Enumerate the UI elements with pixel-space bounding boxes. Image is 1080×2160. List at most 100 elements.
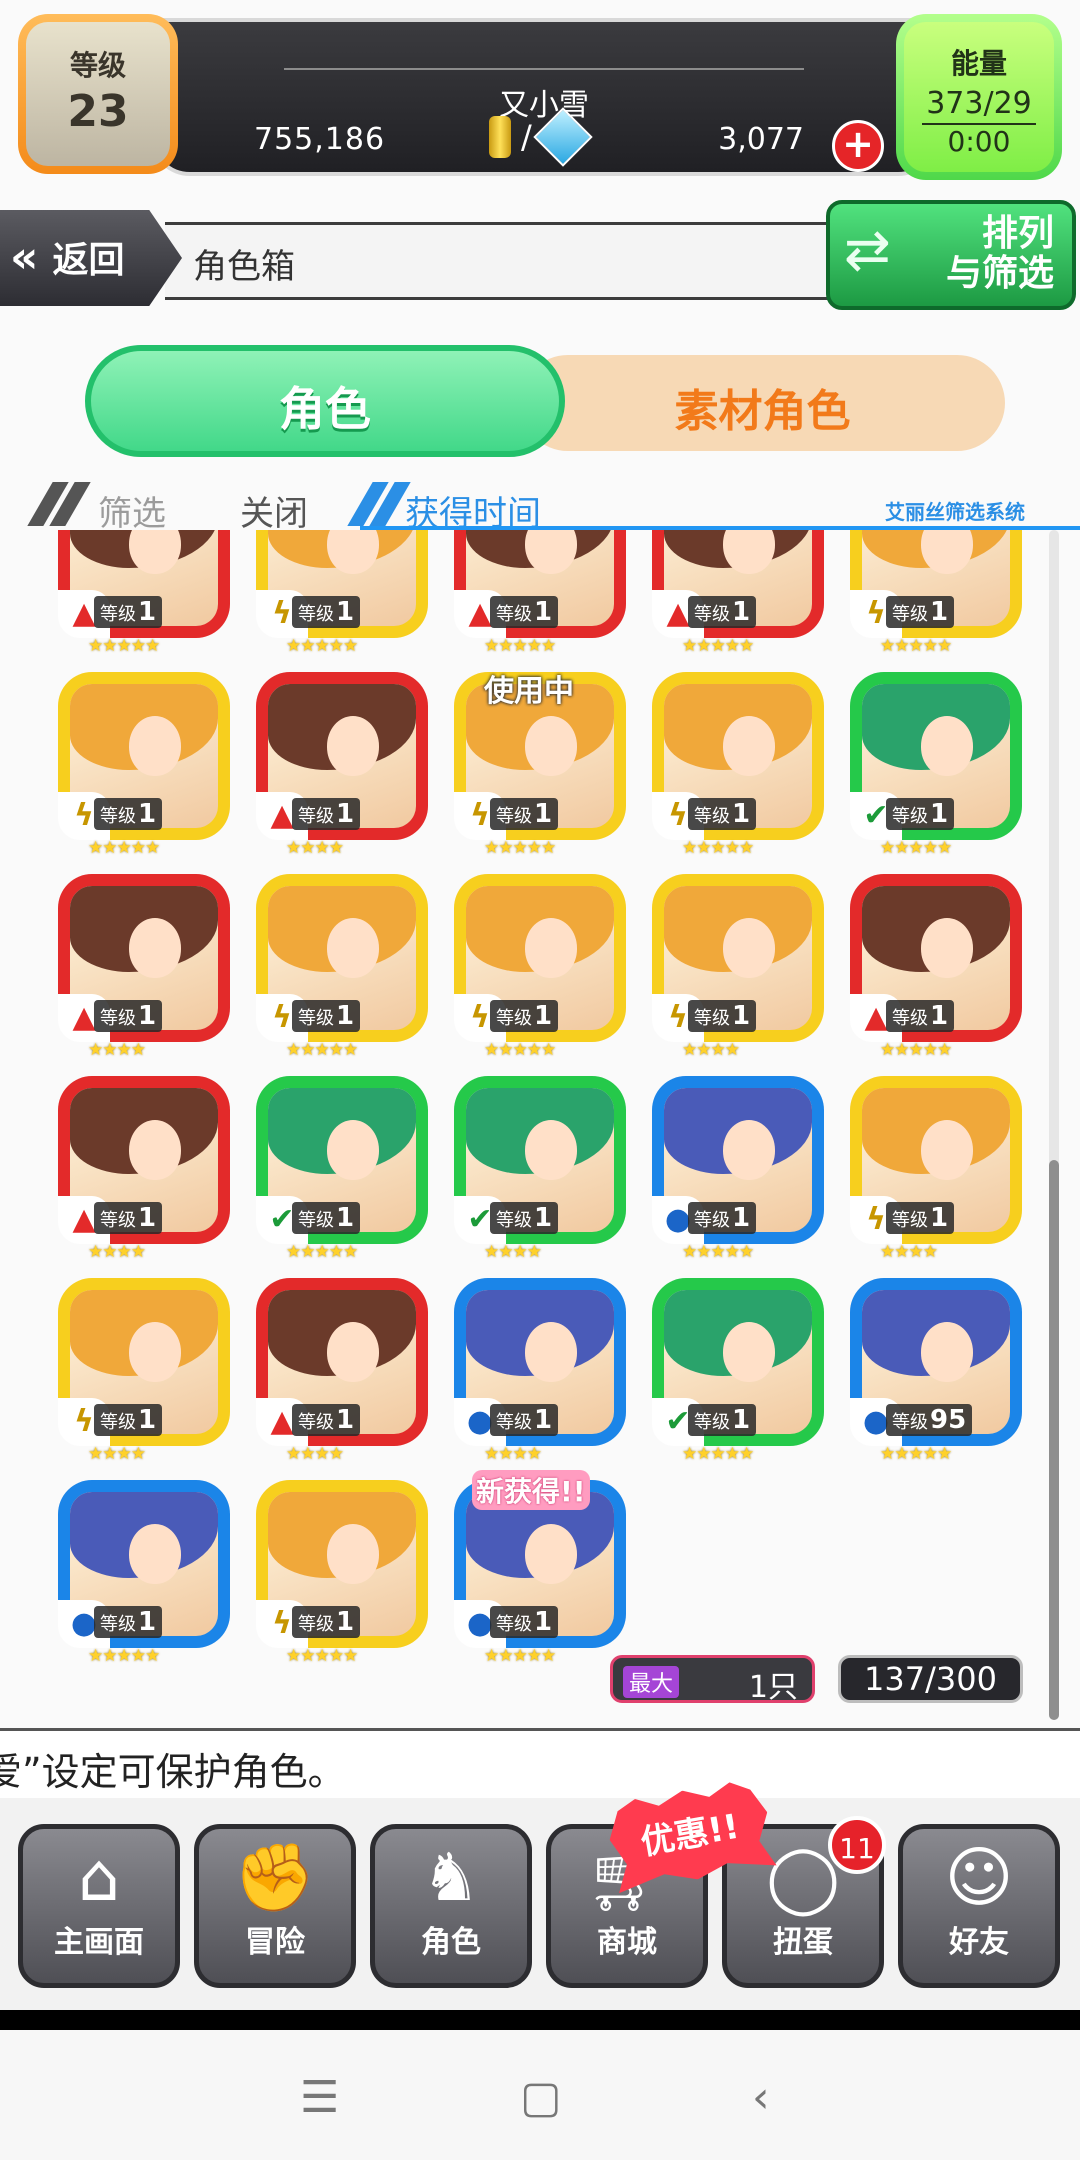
portrait-face: [327, 1119, 380, 1180]
character-card[interactable]: ϟ 等级1 ★★★★: [652, 874, 824, 1060]
level-badge: 等级 23: [18, 14, 178, 174]
nav-friends[interactable]: ☺ 好友: [898, 1824, 1060, 1988]
character-card[interactable]: ✔ 等级1 ★★★★: [454, 1076, 626, 1262]
portrait-face: [921, 917, 974, 978]
tab-material-characters[interactable]: 素材角色: [520, 355, 1005, 451]
rarity-stars: ★★★★: [286, 838, 344, 858]
max-counter: 最大 1只: [610, 1655, 815, 1705]
energy-timer: 0:00: [922, 123, 1036, 158]
nav-label: 冒险: [245, 1925, 305, 1960]
character-card[interactable]: ▲ 等级1 ★★★★★: [850, 874, 1022, 1060]
scrollbar[interactable]: [1049, 530, 1059, 1720]
rarity-stars: ★★★★: [88, 1040, 146, 1060]
rarity-stars: ★★★★: [88, 1444, 146, 1464]
portrait-face: [723, 715, 776, 776]
character-card[interactable]: ϟ 等级1 ★★★★: [58, 1278, 230, 1464]
app-screen: 又小雪 755,186 / 3,077 + 等级 23 能量 373/29 0:…: [0, 0, 1080, 2020]
energy-badge[interactable]: 能量 373/29 0:00: [896, 14, 1062, 180]
portrait-face: [129, 1119, 182, 1180]
character-card[interactable]: ϟ 等级1 ★★★★★ 使用中: [454, 672, 626, 858]
portrait-face: [525, 917, 578, 978]
portrait-face: [921, 530, 974, 574]
character-card[interactable]: ▲ 等级1 ★★★★: [256, 1278, 428, 1464]
level-tag: 等级1: [292, 596, 361, 628]
character-card[interactable]: ✔ 等级1 ★★★★★: [256, 1076, 428, 1262]
character-card[interactable]: ϟ 等级1 ★★★★: [850, 1076, 1022, 1262]
character-card[interactable]: ● 等级95 ★★★★★: [850, 1278, 1022, 1464]
character-card[interactable]: ϟ 等级1 ★★★★★: [850, 530, 1022, 656]
character-card[interactable]: ● 等级1 ★★★★★: [58, 1480, 230, 1666]
title-field: 角色箱: [165, 222, 855, 300]
double-chevron-left-icon: «: [10, 232, 39, 283]
currency-icons: /: [489, 107, 593, 167]
character-card[interactable]: ϟ 等级1 ★★★★★: [58, 672, 230, 858]
back-button[interactable]: « 返回: [0, 210, 182, 306]
character-card[interactable]: ▲ 等级1 ★★★★: [256, 672, 428, 858]
level-tag: 等级1: [490, 1404, 559, 1436]
sort-label-line1: 排列: [981, 213, 1054, 254]
level-tag: 等级1: [490, 596, 559, 628]
level-tag: 等级1: [292, 798, 361, 830]
nav-adventure[interactable]: ✊ 冒险: [194, 1824, 356, 1988]
portrait-face: [129, 715, 182, 776]
filter-system-label: 艾丽丝筛选系统: [885, 500, 1025, 524]
rarity-stars: ★★★★: [484, 1242, 542, 1262]
scroll-thumb[interactable]: [1049, 1160, 1059, 1720]
character-card[interactable]: ● 等级1 ★★★★★ 新获得!!: [454, 1470, 626, 1666]
tab-characters[interactable]: 角色: [85, 345, 565, 457]
character-card[interactable]: ϟ 等级1 ★★★★★: [256, 874, 428, 1060]
character-card[interactable]: ▲ 等级1 ★★★★: [58, 874, 230, 1060]
level-tag: 等级1: [490, 1000, 559, 1032]
character-card[interactable]: ϟ 等级1 ★★★★★: [652, 672, 824, 858]
rarity-stars: ★★★★★: [484, 1040, 556, 1060]
character-card[interactable]: ▲ 等级1 ★★★★★: [58, 530, 230, 656]
character-card[interactable]: ϟ 等级1 ★★★★★: [256, 530, 428, 656]
character-card[interactable]: ✔ 等级1 ★★★★★: [850, 672, 1022, 858]
character-grid[interactable]: ▲ 等级1 ★★★★★ ϟ 等级1 ★★★★★ ▲ 等级1 ★★★★★ ▲ 等级1 ★★★★★ ϟ 等级1…: [30, 530, 1050, 1690]
character-card[interactable]: ▲ 等级1 ★★★★★: [454, 530, 626, 656]
portrait-face: [723, 1119, 776, 1180]
portrait-face: [525, 715, 578, 776]
rarity-stars: ★★★★★: [682, 636, 754, 656]
info-ticker: 爱”设定可保护角色。: [0, 1728, 1080, 1804]
ticker-text: 爱”设定可保护角色。: [0, 1750, 346, 1794]
level-tag: 等级1: [292, 1606, 361, 1638]
rarity-stars: ★★★★★: [682, 838, 754, 858]
rarity-stars: ★★★★★: [88, 1646, 160, 1666]
level-tag: 等级1: [688, 596, 757, 628]
character-card[interactable]: ϟ 等级1 ★★★★★: [454, 874, 626, 1060]
nav-home[interactable]: ⌂ 主画面: [18, 1824, 180, 1988]
portrait-face: [525, 530, 578, 574]
portrait-face: [723, 917, 776, 978]
filter-bar: 筛选 关闭 获得时间 艾丽丝筛选系统: [27, 482, 1080, 534]
back-icon[interactable]: ‹: [752, 2072, 770, 2123]
rabbit-sort-icon: ⇄: [844, 218, 891, 283]
character-card[interactable]: ● 等级1 ★★★★: [454, 1278, 626, 1464]
rarity-stars: ★★★★★: [880, 636, 952, 656]
sort-label-line2: 与筛选: [945, 253, 1054, 294]
android-nav-bar: ☰ ▢ ‹: [0, 2030, 1080, 2160]
character-card[interactable]: ϟ 等级1 ★★★★★: [256, 1480, 428, 1666]
rarity-stars: ★★★★★: [484, 838, 556, 858]
character-card[interactable]: ✔ 等级1 ★★★★★: [652, 1278, 824, 1464]
level-tag: 等级1: [94, 596, 163, 628]
level-tag: 等级1: [886, 1202, 955, 1234]
level-value: 23: [67, 86, 129, 137]
nav-characters[interactable]: ♞ 角色: [370, 1824, 532, 1988]
portrait-face: [525, 1321, 578, 1382]
rarity-stars: ★★★★★: [286, 636, 358, 656]
menu-icon[interactable]: ☰: [300, 2072, 339, 2123]
filter-label[interactable]: 筛选: [98, 486, 166, 535]
character-card[interactable]: ▲ 等级1 ★★★★★: [652, 530, 824, 656]
page-title: 角色箱: [193, 247, 295, 287]
add-gems-button[interactable]: +: [832, 120, 884, 172]
filter-off-toggle[interactable]: 关闭: [240, 486, 308, 535]
level-tag: 等级1: [886, 798, 955, 830]
character-card[interactable]: ● 等级1 ★★★★★: [652, 1076, 824, 1262]
portrait-face: [327, 917, 380, 978]
rarity-stars: ★★★★: [484, 1444, 542, 1464]
notification-badge: 11: [828, 1816, 886, 1874]
home-square-icon[interactable]: ▢: [520, 2072, 562, 2123]
character-card[interactable]: ▲ 等级1 ★★★★: [58, 1076, 230, 1262]
sort-filter-button[interactable]: ⇄ 排列 与筛选: [826, 200, 1076, 310]
